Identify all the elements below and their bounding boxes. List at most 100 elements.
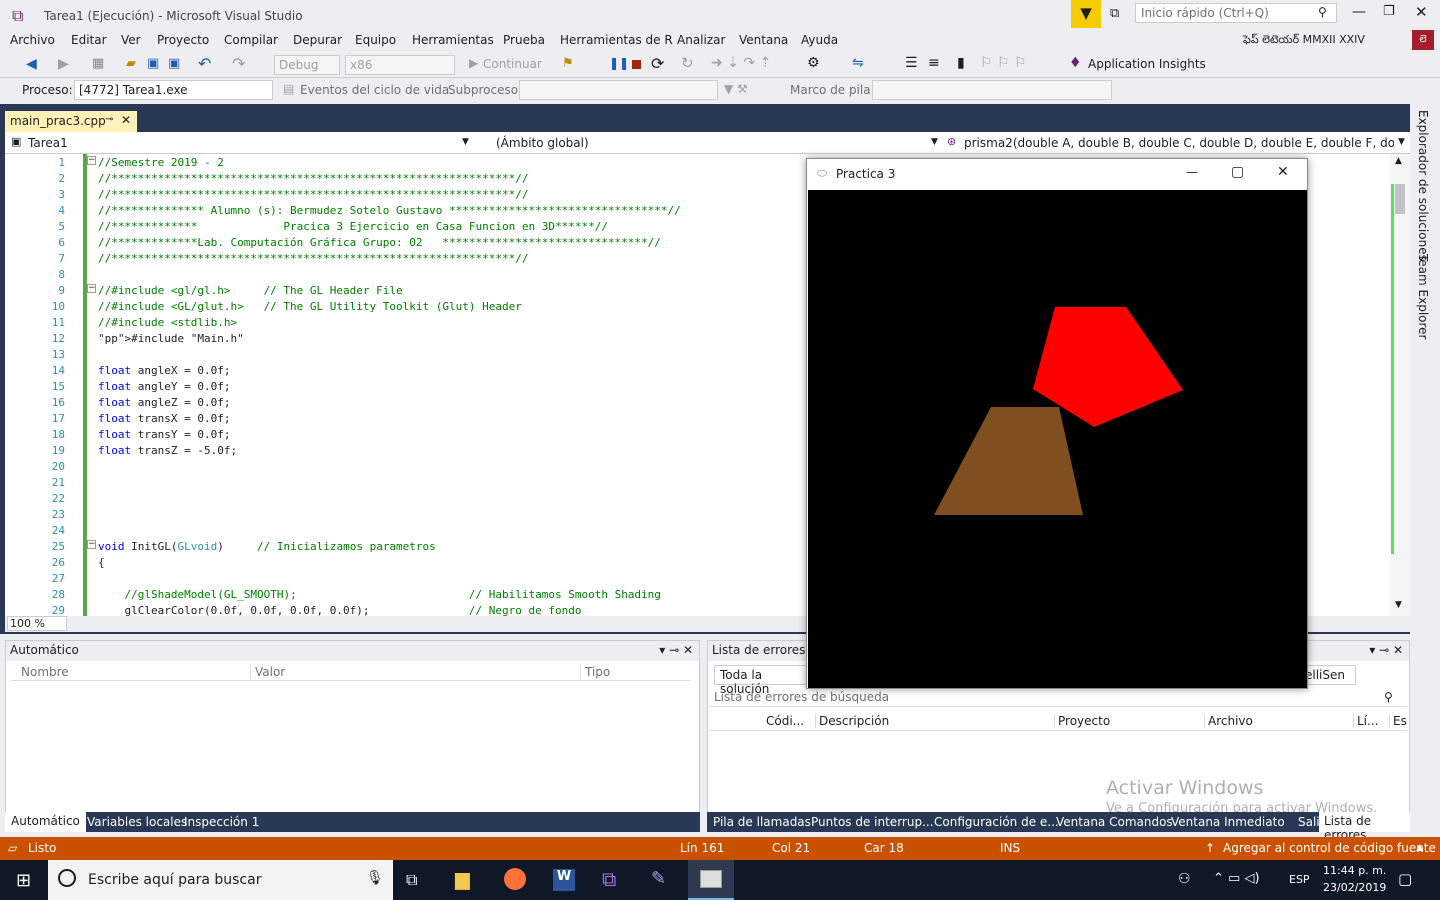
config-select[interactable]: Debug [274,55,340,75]
tab-variables-locales[interactable]: Variables locales [87,815,187,829]
pin-icon[interactable]: ⊸ [105,114,113,125]
panel-options-icons[interactable]: ▾ ⊸ ✕ [659,643,693,657]
menu-herramientas[interactable]: Herramientas [412,33,494,47]
filter-icon[interactable]: ▼ [1071,0,1101,28]
zoom-select[interactable]: 100 % [7,616,67,631]
stop-icon[interactable] [632,60,641,69]
tab-ventana-comandos[interactable]: Ventana Comandos [1056,815,1173,829]
redo-icon[interactable]: ↷ [232,54,245,73]
step-icons[interactable]: ➜ ⇣ ↷ ⇡ [711,55,771,71]
tab-ventana-inmediato[interactable]: Ventana Inmediato [1171,815,1285,829]
save-icon[interactable]: ▣ [147,56,159,71]
clock-date[interactable]: 23/02/2019 [1323,881,1386,894]
tab-automatico[interactable]: Automático [5,812,86,832]
pause-icon[interactable]: ❚❚ [609,56,629,70]
search-icon[interactable]: ⚲ [1318,5,1327,19]
tab-puntos-interrupcion[interactable]: Puntos de interrup... [811,815,934,829]
search-icon[interactable]: ⚲ [1384,690,1393,704]
find-icon[interactable]: ⚑ [562,56,574,71]
menu-ver[interactable]: Ver [121,33,141,47]
menu-herramientas-r[interactable]: Herramientas de R [560,33,673,47]
firefox-icon[interactable] [504,868,526,890]
save-all-icon[interactable]: ▣ [168,56,180,71]
bookmark-nav-icons[interactable]: ⚐ ⚐ ⚐ [980,55,1027,71]
active-app-practica-icon[interactable] [688,860,734,900]
chevron-up-icon[interactable]: ▲ [1395,156,1402,166]
thread-icon[interactable]: ⇋ [852,55,864,71]
panel-options-icons[interactable]: ▾ ⊸ ✕ [1369,643,1403,657]
gl-canvas[interactable] [808,190,1307,688]
col-codigo[interactable]: Códi... [766,714,804,728]
tab-lista-errores[interactable]: Lista de errores [1319,812,1410,842]
col-estado[interactable]: Esta [1389,714,1407,728]
chevron-up-icon[interactable]: ▲ [1416,843,1423,853]
gl-maximize-button[interactable]: ▢ [1231,164,1244,180]
quick-launch-input[interactable]: Inicio rápido (Ctrl+Q) [1135,3,1337,23]
chevron-down-icon[interactable]: ▼ [1398,137,1405,147]
windows-start-icon[interactable]: ⊞ [16,870,31,891]
continue-icon[interactable]: ▶ [469,56,478,70]
menu-editar[interactable]: Editar [71,33,107,47]
diag-icon[interactable]: ⚙ [807,55,820,71]
people-icon[interactable]: ⚇ [1178,871,1191,887]
error-search-input[interactable]: Lista de errores de búsqueda [710,689,1407,707]
task-view-icon[interactable]: ⧉ [406,870,417,890]
collapse-toggle[interactable]: − [87,156,96,165]
word-icon[interactable]: W [553,869,575,891]
menu-compilar[interactable]: Compilar [224,33,278,47]
avatar[interactable]: లె [1412,30,1434,50]
col-archivo[interactable]: Archivo [1204,714,1253,728]
scope-select[interactable]: (Ámbito global) [496,136,589,150]
team-explorer-tab[interactable]: Team Explorer [1416,254,1430,340]
collapse-toggle[interactable]: − [87,540,96,549]
microphone-icon[interactable]: 🎙 [366,870,384,886]
notifications-icon[interactable]: ▢ [1398,870,1412,888]
col-proyecto[interactable]: Proyecto [1054,714,1110,728]
gl-close-button[interactable]: ✕ [1277,164,1289,180]
menu-archivo[interactable]: Archivo [10,33,55,47]
feedback-icon[interactable]: ⧉ [1110,6,1119,21]
forward-icon[interactable]: ▶ [58,56,69,72]
bookmark-icon[interactable]: ▮ [957,55,965,71]
tab-main-prac3[interactable]: main_prac3.cpp ⊸ ✕ [5,111,137,132]
file-explorer-icon[interactable]: ▆ [455,868,470,890]
glut-icon[interactable]: ✎ [651,868,666,889]
eventos-label[interactable]: Eventos del ciclo de vida [300,83,449,97]
tab-pila-llamadas[interactable]: Pila de llamadas [713,815,811,829]
col-tipo[interactable]: Tipo [580,665,610,679]
scroll-thumb[interactable] [1395,184,1405,214]
taskbar-search[interactable]: Escribe aquí para buscar 🎙 [48,860,393,900]
practica3-window[interactable]: ⬭ Practica 3 — ▢ ✕ [806,158,1308,689]
project-select[interactable]: Tarea1 [28,136,68,150]
proceso-select[interactable]: [4772] Tarea1.exe [74,80,273,100]
add-source-control-button[interactable]: Agregar al control de código fuente [1223,841,1436,855]
indent-icon[interactable]: ☰ [905,55,918,71]
language-indicator[interactable]: ESP [1289,873,1310,886]
function-select[interactable]: prisma2(double A, double B, double C, do… [964,136,1394,150]
user-name[interactable]: ఫెప్ లెటెయర్ MMXII XXIV [1243,33,1365,49]
build-intellisense-select[interactable]: elliSen [1304,665,1356,685]
hot-reload-icon[interactable]: ↻ [681,54,694,72]
minimize-button[interactable]: — [1352,4,1366,20]
undo-icon[interactable]: ↶ [198,54,211,73]
menu-depurar[interactable]: Depurar [293,33,342,47]
maximize-button[interactable]: ❐ [1383,4,1395,19]
collapse-toggle[interactable]: − [87,284,96,293]
restart-icon[interactable]: ⟳ [651,54,664,73]
menu-analizar[interactable]: Analizar [677,33,725,47]
menu-ayuda[interactable]: Ayuda [801,33,838,47]
menu-prueba[interactable]: Prueba [503,33,545,47]
comment-icon[interactable]: ≡ [928,55,940,71]
vertical-scrollbar[interactable]: ▲ ▼ [1390,154,1410,616]
tab-configuracion[interactable]: Configuración de e... [934,815,1059,829]
col-valor[interactable]: Valor [250,665,285,679]
menu-proyecto[interactable]: Proyecto [157,33,209,47]
insights-icon[interactable]: ♦ [1069,55,1082,71]
subproceso-select[interactable] [519,80,718,100]
solution-explorer-tab[interactable]: Explorador de soluciones [1416,110,1430,261]
scope-filter[interactable]: Toda la solución [714,665,810,696]
open-file-icon[interactable]: ▰ [126,56,136,71]
chevron-down-icon[interactable]: ▼ [931,137,938,147]
menu-ventana[interactable]: Ventana [739,33,788,47]
back-icon[interactable]: ◀ [26,56,37,72]
